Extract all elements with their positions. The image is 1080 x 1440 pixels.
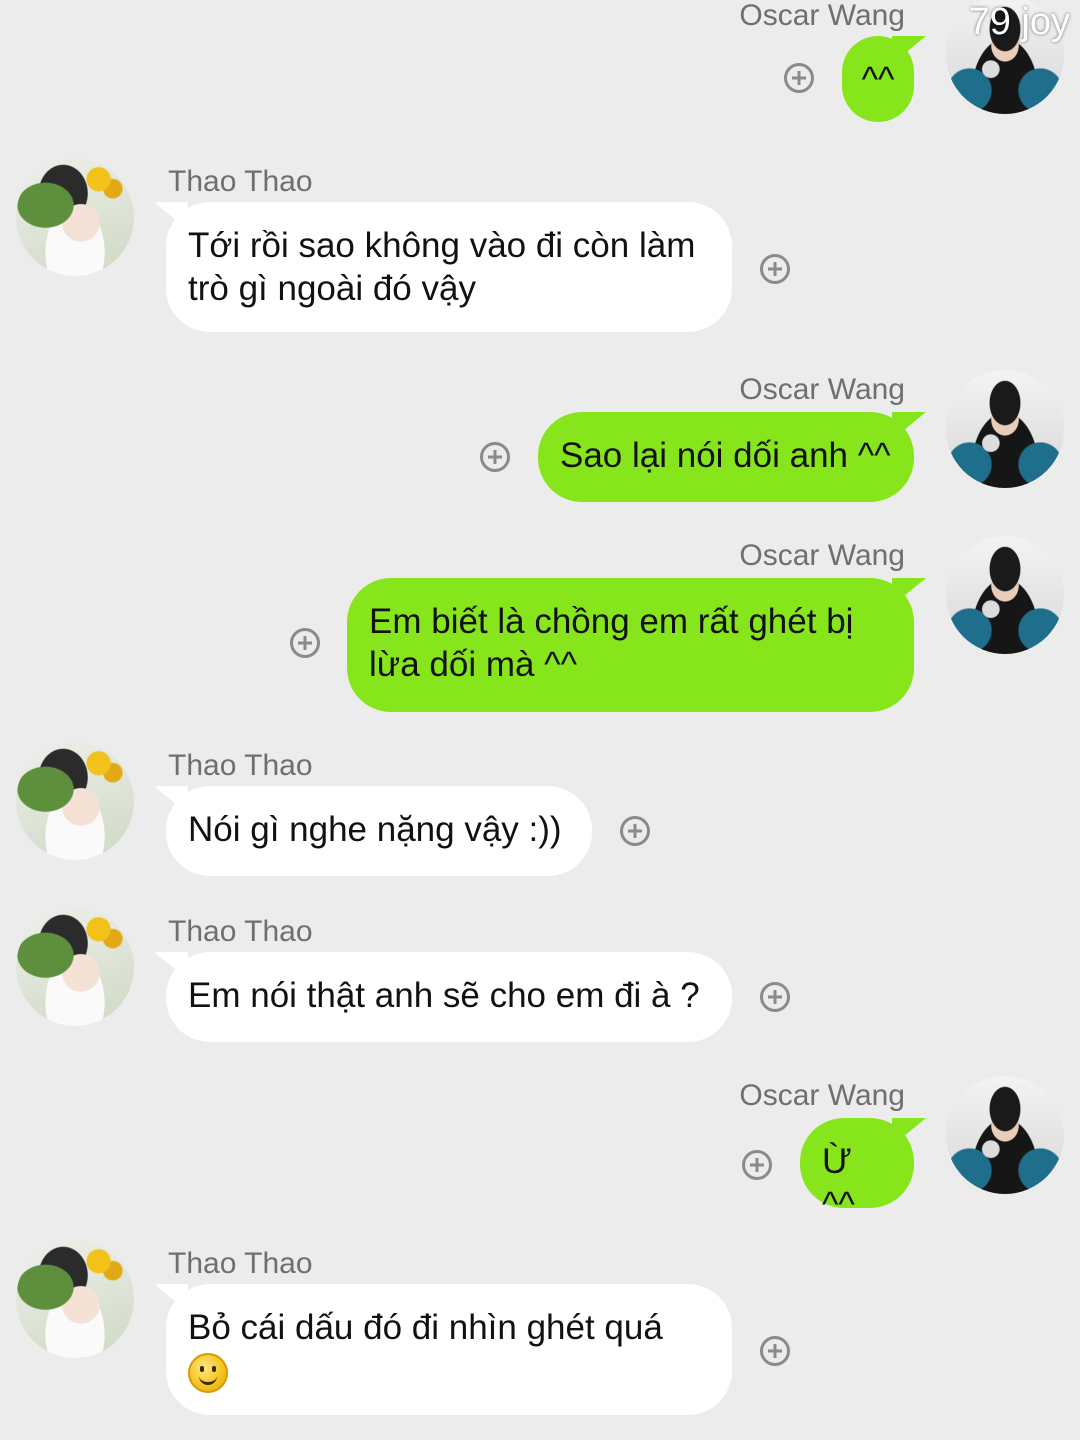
avatar[interactable] (16, 908, 134, 1026)
avatar[interactable] (16, 158, 134, 276)
message-text: Bỏ cái dấu đó đi nhìn ghét quá (188, 1308, 663, 1347)
sender-name: Oscar Wang (739, 0, 905, 32)
message-bubble[interactable]: Em biết là chồng em rất ghét bị lừa dối … (347, 578, 914, 712)
add-reaction-icon[interactable] (290, 628, 320, 658)
sender-name: Thao Thao (168, 749, 313, 782)
message-row: Thao Thao Nói gì nghe nặng vậy :)) (0, 742, 1080, 878)
sender-name: Oscar Wang (739, 539, 905, 572)
message-bubble[interactable]: ^^ (842, 36, 914, 122)
message-row: Oscar Wang Sao lại nói dối anh ^^ (0, 370, 1080, 502)
add-reaction-icon[interactable] (760, 982, 790, 1012)
sender-name: Thao Thao (168, 165, 313, 198)
add-reaction-icon[interactable] (760, 1336, 790, 1366)
message-bubble[interactable]: Em nói thật anh sẽ cho em đi à ? (166, 952, 732, 1042)
avatar[interactable] (946, 1076, 1064, 1194)
add-reaction-icon[interactable] (784, 63, 814, 93)
sender-name: Thao Thao (168, 915, 313, 948)
sender-name: Oscar Wang (739, 373, 905, 406)
message-row: Oscar Wang Ừ ^^ (0, 1076, 1080, 1224)
avatar[interactable] (16, 742, 134, 860)
message-row: Oscar Wang ^^ (0, 0, 1080, 128)
message-row: Thao Thao Tới rồi sao không vào đi còn l… (0, 158, 1080, 338)
add-reaction-icon[interactable] (742, 1150, 772, 1180)
sender-name: Thao Thao (168, 1247, 313, 1280)
add-reaction-icon[interactable] (620, 816, 650, 846)
message-bubble[interactable]: Nói gì nghe nặng vậy :)) (166, 786, 592, 876)
avatar[interactable] (946, 536, 1064, 654)
avatar[interactable] (16, 1240, 134, 1358)
message-bubble[interactable]: Ừ ^^ (800, 1118, 914, 1224)
message-row: Thao Thao Bỏ cái dấu đó đi nhìn ghét quá (0, 1240, 1080, 1420)
message-row: Oscar Wang Em biết là chồng em rất ghét … (0, 536, 1080, 712)
sender-name: Oscar Wang (739, 1079, 905, 1112)
add-reaction-icon[interactable] (760, 254, 790, 284)
avatar[interactable] (946, 370, 1064, 488)
add-reaction-icon[interactable] (480, 442, 510, 472)
watermark: 79 joy (968, 1, 1070, 43)
message-bubble[interactable]: Tới rồi sao không vào đi còn làm trò gì … (166, 202, 732, 332)
chat-thread: Oscar Wang ^^ Thao Thao Tới rồi sao khôn… (0, 0, 1080, 1440)
message-bubble[interactable]: Bỏ cái dấu đó đi nhìn ghét quá (166, 1284, 732, 1415)
message-bubble[interactable]: Sao lại nói dối anh ^^ (538, 412, 914, 502)
smiling-face-icon (188, 1352, 228, 1393)
message-row: Thao Thao Em nói thật anh sẽ cho em đi à… (0, 908, 1080, 1044)
